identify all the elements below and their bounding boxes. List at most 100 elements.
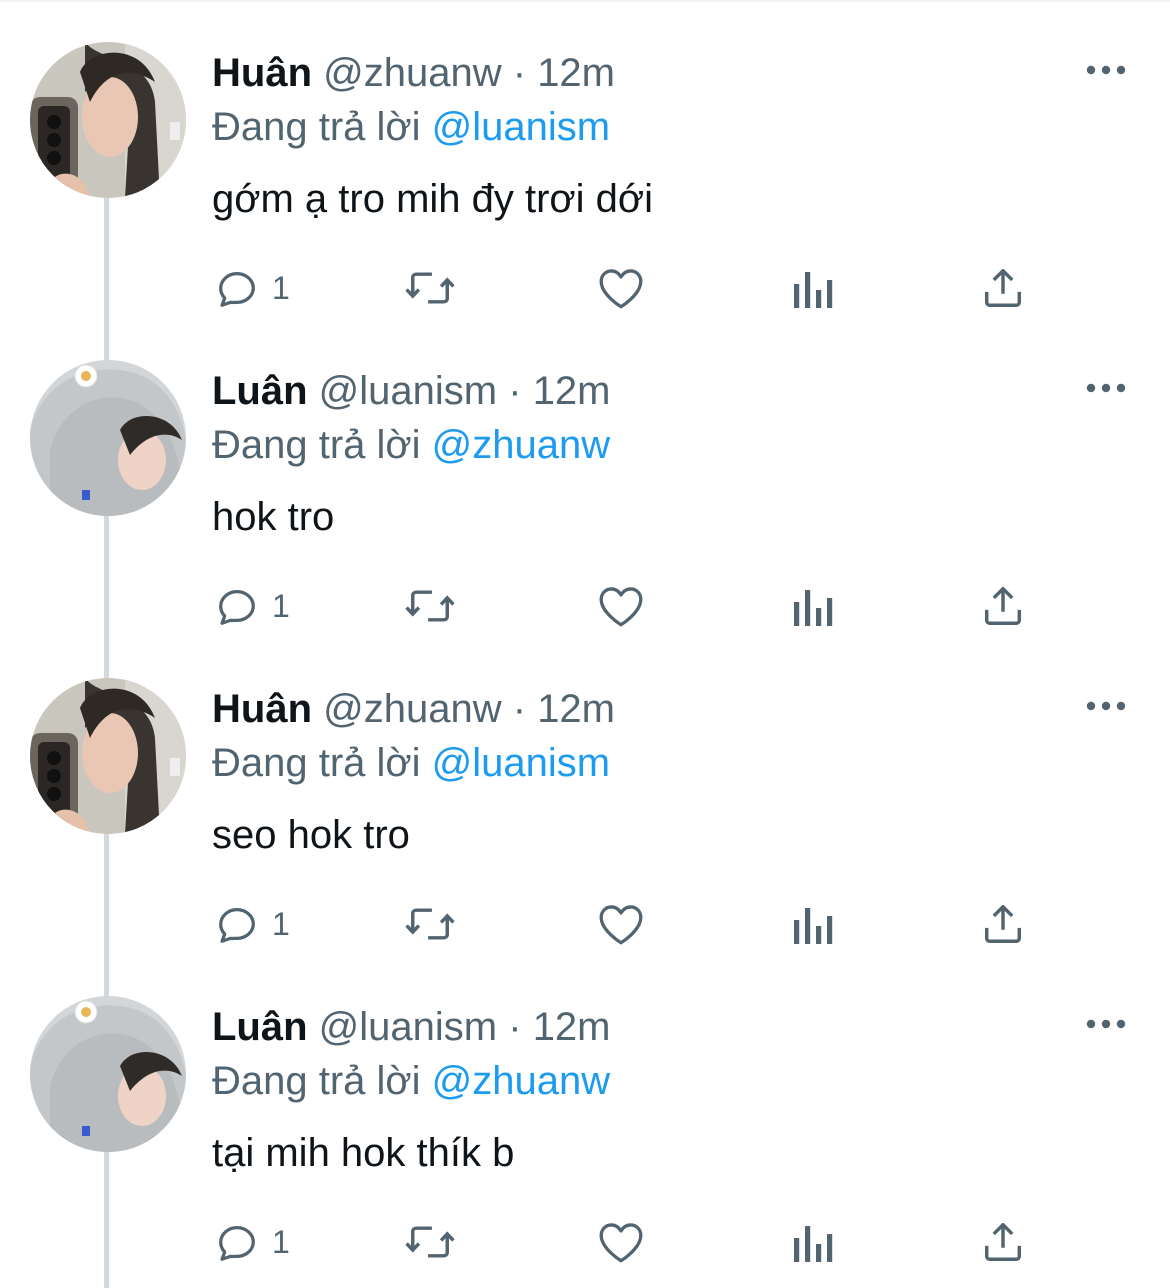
heart-icon <box>596 583 646 629</box>
more-options-button[interactable] <box>1082 52 1130 88</box>
replying-to-prefix: Đang trả lời <box>212 741 421 785</box>
more-dots-icon <box>1086 383 1126 393</box>
timestamp[interactable]: 12m <box>537 51 615 95</box>
handle[interactable]: @luanism <box>319 1005 497 1049</box>
tweet[interactable]: Huân @zhuanw · 12m Đang trả lời @luanism… <box>0 0 1170 318</box>
share-upload-icon <box>980 265 1026 311</box>
tweet[interactable]: Huân @zhuanw · 12m Đang trả lời @luanism… <box>0 636 1170 954</box>
replying-to-mention[interactable]: @luanism <box>432 105 610 149</box>
tweet-header: Huân @zhuanw · 12m <box>212 683 615 735</box>
tweet-text: seo hok tro <box>212 813 410 857</box>
tweet-text: tại mih hok thík b <box>212 1131 515 1175</box>
bar-chart-icon <box>792 1222 834 1262</box>
reply-button[interactable]: 1 <box>214 1212 290 1272</box>
handle[interactable]: @zhuanw <box>323 687 501 731</box>
more-options-button[interactable] <box>1082 1006 1130 1042</box>
reply-count: 1 <box>272 269 290 306</box>
avatar[interactable] <box>30 360 186 516</box>
reply-count: 1 <box>272 587 290 624</box>
display-name[interactable]: Huân <box>212 687 312 731</box>
reply-bubble-icon <box>214 583 260 629</box>
display-name[interactable]: Luân <box>212 1005 308 1049</box>
like-button[interactable] <box>596 576 646 636</box>
replying-to-prefix: Đang trả lời <box>212 1059 421 1103</box>
replying-to-mention[interactable]: @zhuanw <box>432 423 610 467</box>
timestamp[interactable]: 12m <box>533 1005 611 1049</box>
replying-to-line: Đang trả lời @luanism <box>212 101 610 153</box>
tweet-header: Luân @luanism · 12m <box>212 1001 611 1053</box>
heart-icon <box>596 1219 646 1265</box>
replying-to-prefix: Đang trả lời <box>212 105 421 149</box>
replying-to-line: Đang trả lời @zhuanw <box>212 419 610 471</box>
bar-chart-icon <box>792 268 834 308</box>
replying-to-prefix: Đang trả lời <box>212 423 421 467</box>
like-button[interactable] <box>596 894 646 954</box>
action-bar: 1 <box>0 1212 1170 1272</box>
tweet-header: Huân @zhuanw · 12m <box>212 47 615 99</box>
more-options-button[interactable] <box>1082 370 1130 406</box>
separator-dot: · <box>508 369 522 413</box>
retweet-button[interactable] <box>402 258 458 318</box>
like-button[interactable] <box>596 258 646 318</box>
retweet-arrows-icon <box>402 901 458 947</box>
views-button[interactable] <box>792 894 834 954</box>
retweet-button[interactable] <box>402 894 458 954</box>
heart-icon <box>596 265 646 311</box>
tweet-text: gớm ạ tro mih đy trơi dới <box>212 177 654 221</box>
views-button[interactable] <box>792 1212 834 1272</box>
bar-chart-icon <box>792 904 834 944</box>
more-dots-icon <box>1086 1019 1126 1029</box>
reply-button[interactable]: 1 <box>214 894 290 954</box>
views-button[interactable] <box>792 258 834 318</box>
more-dots-icon <box>1086 65 1126 75</box>
retweet-button[interactable] <box>402 576 458 636</box>
share-upload-icon <box>980 901 1026 947</box>
reply-bubble-icon <box>214 1219 260 1265</box>
more-options-button[interactable] <box>1082 688 1130 724</box>
replying-to-mention[interactable]: @luanism <box>432 741 610 785</box>
share-button[interactable] <box>980 894 1026 954</box>
action-bar: 1 <box>0 576 1170 636</box>
tweet-header: Luân @luanism · 12m <box>212 365 611 417</box>
separator-dot: · <box>512 51 527 95</box>
more-dots-icon <box>1086 701 1126 711</box>
share-button[interactable] <box>980 1212 1026 1272</box>
retweet-button[interactable] <box>402 1212 458 1272</box>
like-button[interactable] <box>596 1212 646 1272</box>
timestamp[interactable]: 12m <box>537 687 615 731</box>
timestamp[interactable]: 12m <box>533 369 611 413</box>
separator-dot: · <box>508 1005 522 1049</box>
replying-to-line: Đang trả lời @luanism <box>212 737 610 789</box>
views-button[interactable] <box>792 576 834 636</box>
action-bar: 1 <box>0 894 1170 954</box>
retweet-arrows-icon <box>402 1219 458 1265</box>
tweet[interactable]: Luân @luanism · 12m Đang trả lời @zhuanw… <box>0 318 1170 636</box>
replying-to-mention[interactable]: @zhuanw <box>432 1059 610 1103</box>
reply-bubble-icon <box>214 265 260 311</box>
share-upload-icon <box>980 1219 1026 1265</box>
action-bar: 1 <box>0 258 1170 318</box>
reply-bubble-icon <box>214 901 260 947</box>
display-name[interactable]: Luân <box>212 369 308 413</box>
separator-dot: · <box>512 687 527 731</box>
avatar[interactable] <box>30 42 186 198</box>
avatar[interactable] <box>30 678 186 834</box>
tweet-text: hok tro <box>212 495 335 539</box>
bar-chart-icon <box>792 586 834 626</box>
handle[interactable]: @luanism <box>319 369 497 413</box>
heart-icon <box>596 901 646 947</box>
reply-button[interactable]: 1 <box>214 576 290 636</box>
share-button[interactable] <box>980 258 1026 318</box>
retweet-arrows-icon <box>402 583 458 629</box>
tweet[interactable]: Luân @luanism · 12m Đang trả lời @zhuanw… <box>0 954 1170 1272</box>
replying-to-line: Đang trả lời @zhuanw <box>212 1055 610 1107</box>
handle[interactable]: @zhuanw <box>323 51 501 95</box>
retweet-arrows-icon <box>402 265 458 311</box>
reply-count: 1 <box>272 905 290 942</box>
avatar[interactable] <box>30 996 186 1152</box>
display-name[interactable]: Huân <box>212 51 312 95</box>
reply-button[interactable]: 1 <box>214 258 290 318</box>
share-upload-icon <box>980 583 1026 629</box>
reply-count: 1 <box>272 1223 290 1260</box>
share-button[interactable] <box>980 576 1026 636</box>
